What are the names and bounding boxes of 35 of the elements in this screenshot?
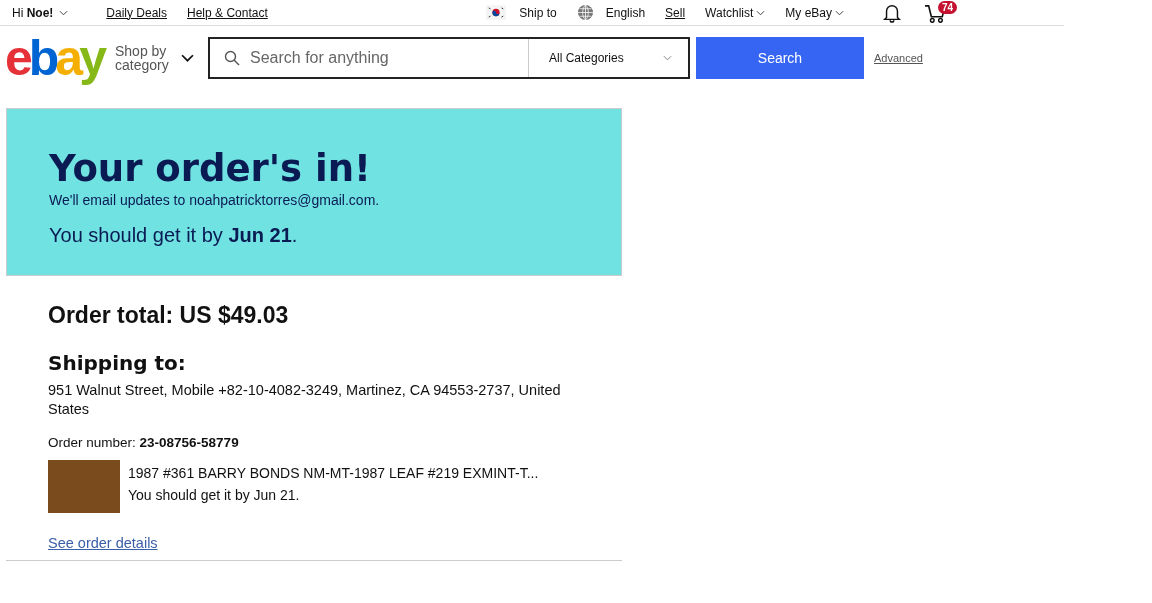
chevron-down-icon [181,53,194,63]
watchlist-menu[interactable]: Watchlist [705,5,766,20]
greeting-menu[interactable]: Hi Noe! [12,5,69,20]
sell-link[interactable]: Sell [665,5,686,20]
flag-icon [486,5,507,20]
chevron-down-icon [59,9,69,16]
see-order-details-link[interactable]: See order details [48,535,158,551]
search-bar[interactable]: Search for anything All Categories [208,37,690,79]
shop-by-category-button[interactable]: Shop by category [115,44,194,72]
delivery-estimate: You should get it by Jun 21. [49,224,299,247]
top-link[interactable]: Daily Deals [106,5,168,20]
ebay-logo[interactable]: ebay [5,33,103,83]
top-link[interactable]: Help & Contact [187,5,268,20]
category-dropdown[interactable]: All Categories [528,39,688,77]
order-number: Order number: 23-08756-58779 [48,435,240,450]
banner-title: Your order's in! [49,147,372,190]
my-ebay-menu[interactable]: My eBay [785,5,844,20]
language-link[interactable]: English [605,5,646,20]
shipping-address: 951 Walnut Street, Mobile +82-10-4082-3249, Martinez, CA 94553-2737, United States [48,381,562,419]
search-icon [224,50,240,66]
cart-count-badge: 74 [938,0,958,14]
ship-to-link[interactable]: Ship to [519,5,557,20]
order-total: Order total: US $49.03 [48,302,290,329]
email-note: We'll email updates to noahpatricktorres@gmail.com. [49,192,381,208]
item-delivery-estimate: You should get it by Jun 21. [128,486,301,504]
chevron-down-icon [756,9,766,16]
chevron-down-icon [663,55,672,61]
chevron-down-icon [835,9,844,16]
photo-placeholder [48,460,120,513]
advanced-search-link[interactable]: Advanced [874,52,923,64]
globe-icon [576,4,594,21]
shipping-heading: Shipping to: [48,351,187,375]
notification-bell-icon[interactable] [882,2,902,23]
item-title: 1987 #361 BARRY BONDS NM-MT-1987 LEAF #219 EXMINT-T... [128,464,539,482]
search-button[interactable]: Search [696,37,864,79]
